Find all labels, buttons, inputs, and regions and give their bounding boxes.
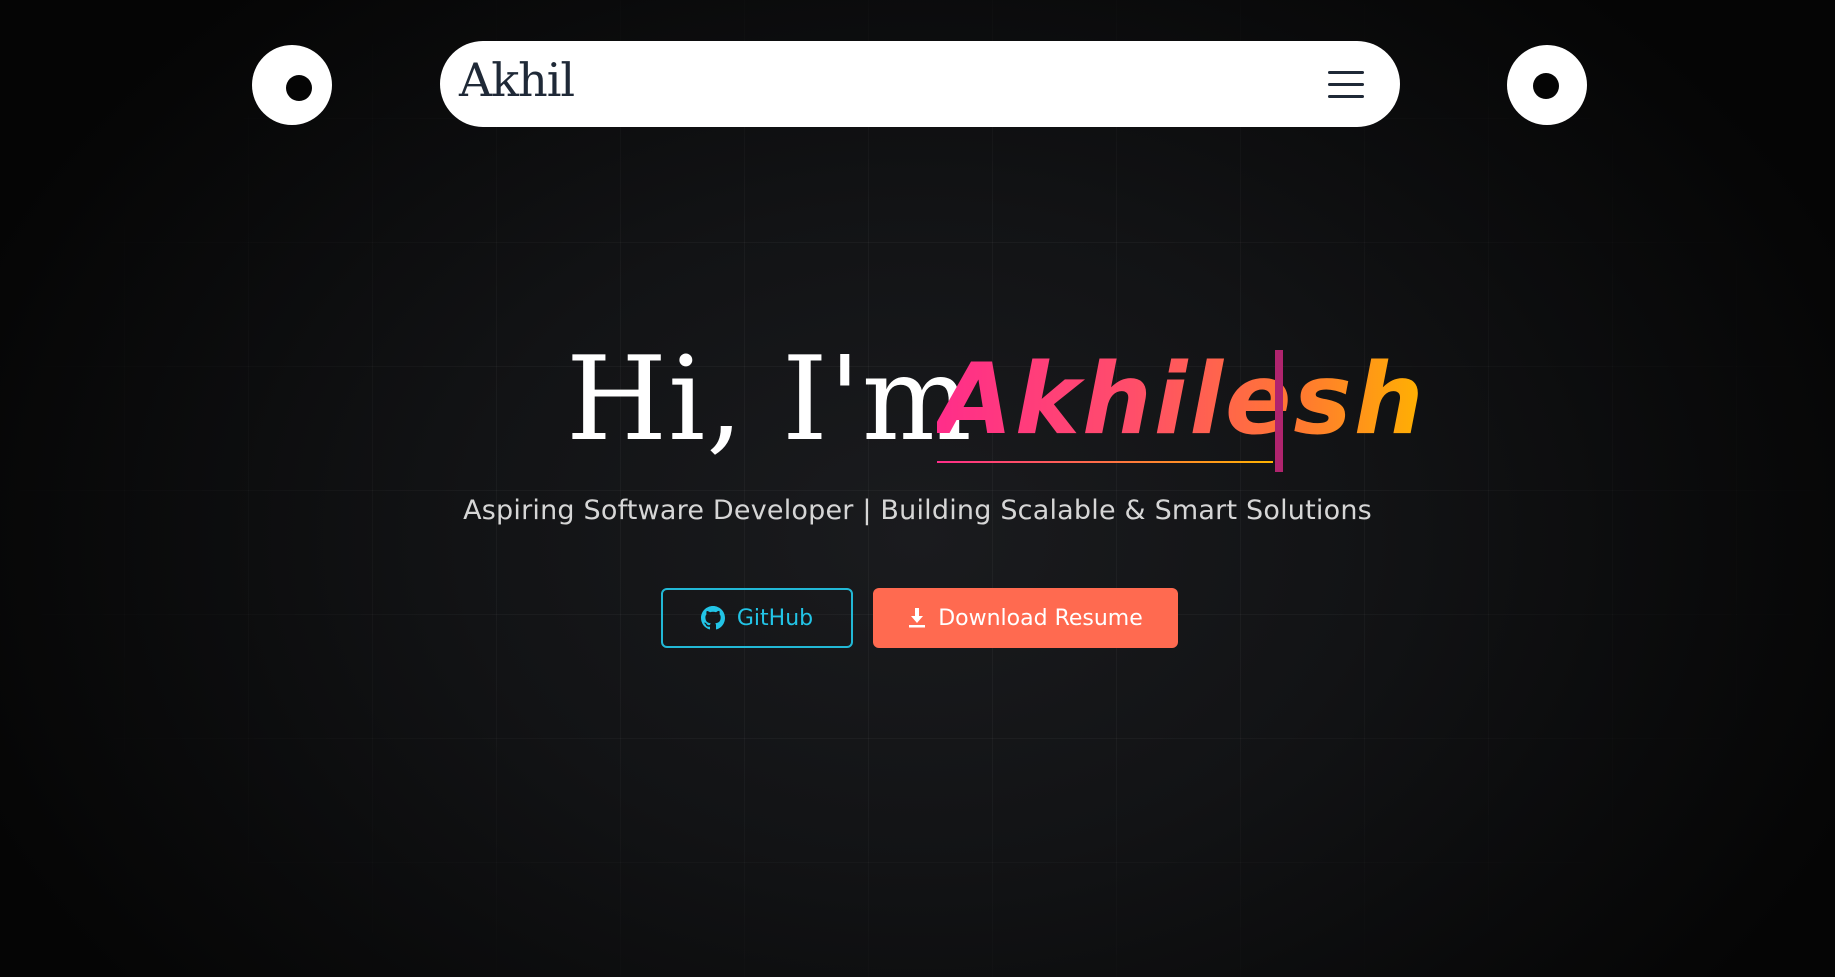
left-eye-decoration bbox=[252, 45, 332, 125]
right-eye-pupil bbox=[1533, 73, 1559, 99]
github-button-label: GitHub bbox=[736, 605, 814, 631]
left-eye-pupil bbox=[286, 75, 312, 101]
menu-line bbox=[1328, 71, 1364, 74]
menu-line bbox=[1328, 95, 1364, 98]
hero-greeting: Hi, I'm bbox=[566, 332, 973, 467]
hamburger-menu-icon[interactable] bbox=[1328, 68, 1364, 100]
hero-name-wrapper: Akhilesh bbox=[937, 330, 1426, 470]
hero-heading: Hi, I'm Akhilesh bbox=[0, 330, 1835, 470]
download-resume-button[interactable]: Download Resume bbox=[873, 588, 1178, 648]
navbar: Akhil bbox=[440, 41, 1400, 127]
menu-line bbox=[1328, 83, 1364, 86]
right-eye-decoration bbox=[1507, 45, 1587, 125]
hero-name-underline bbox=[937, 461, 1273, 463]
hero-name: Akhilesh bbox=[937, 330, 1426, 470]
brand-logo-text[interactable]: Akhil bbox=[459, 53, 575, 107]
download-icon bbox=[908, 608, 926, 628]
github-button[interactable]: GitHub bbox=[661, 588, 853, 648]
typing-caret bbox=[1275, 350, 1283, 472]
download-resume-label: Download Resume bbox=[938, 605, 1143, 631]
github-icon bbox=[700, 606, 725, 630]
background-grid bbox=[0, 0, 1835, 977]
hero-subtitle: Aspiring Software Developer | Building S… bbox=[463, 495, 1372, 526]
